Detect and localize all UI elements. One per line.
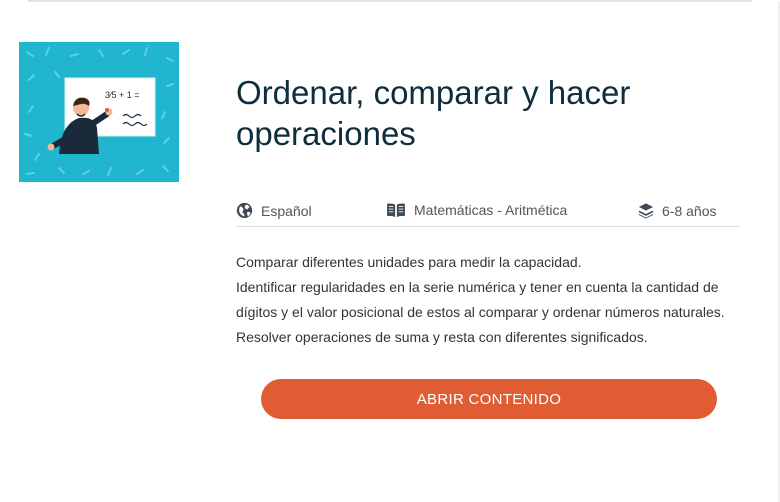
resource-card: 3⁄5 + 1 = Ordenar, comparar y hacer oper… xyxy=(0,2,780,502)
resource-description: Comparar diferentes unidades para medir … xyxy=(236,250,736,350)
teacher-illustration: 3⁄5 + 1 = xyxy=(24,47,174,176)
resource-thumbnail[interactable]: 3⁄5 + 1 = xyxy=(19,42,179,182)
open-book-icon xyxy=(387,203,405,218)
open-content-button[interactable]: ABRIR CONTENIDO xyxy=(261,379,717,419)
description-line: Resolver operaciones de suma y resta con… xyxy=(236,329,648,345)
meta-language-label: Español xyxy=(261,202,312,219)
layers-icon xyxy=(638,203,654,219)
meta-age: 6-8 años xyxy=(638,202,716,219)
svg-text:3⁄5 + 1 =: 3⁄5 + 1 = xyxy=(105,90,140,100)
resource-title: Ordenar, comparar y hacer operaciones xyxy=(236,74,631,152)
meta-language: Español xyxy=(236,202,312,219)
page: 3⁄5 + 1 = Ordenar, comparar y hacer oper… xyxy=(0,0,780,502)
resource-meta: Español Matemáticas - Aritmética 6-8 año… xyxy=(236,200,740,227)
meta-age-label: 6-8 años xyxy=(662,202,717,219)
globe-icon xyxy=(236,202,253,219)
description-line: Comparar diferentes unidades para medir … xyxy=(236,254,582,270)
meta-subject-label: Matemáticas - Aritmética xyxy=(414,202,568,218)
meta-subject: Matemáticas - Aritmética xyxy=(386,202,567,218)
description-line: Identificar regularidades en la serie nu… xyxy=(236,279,725,320)
